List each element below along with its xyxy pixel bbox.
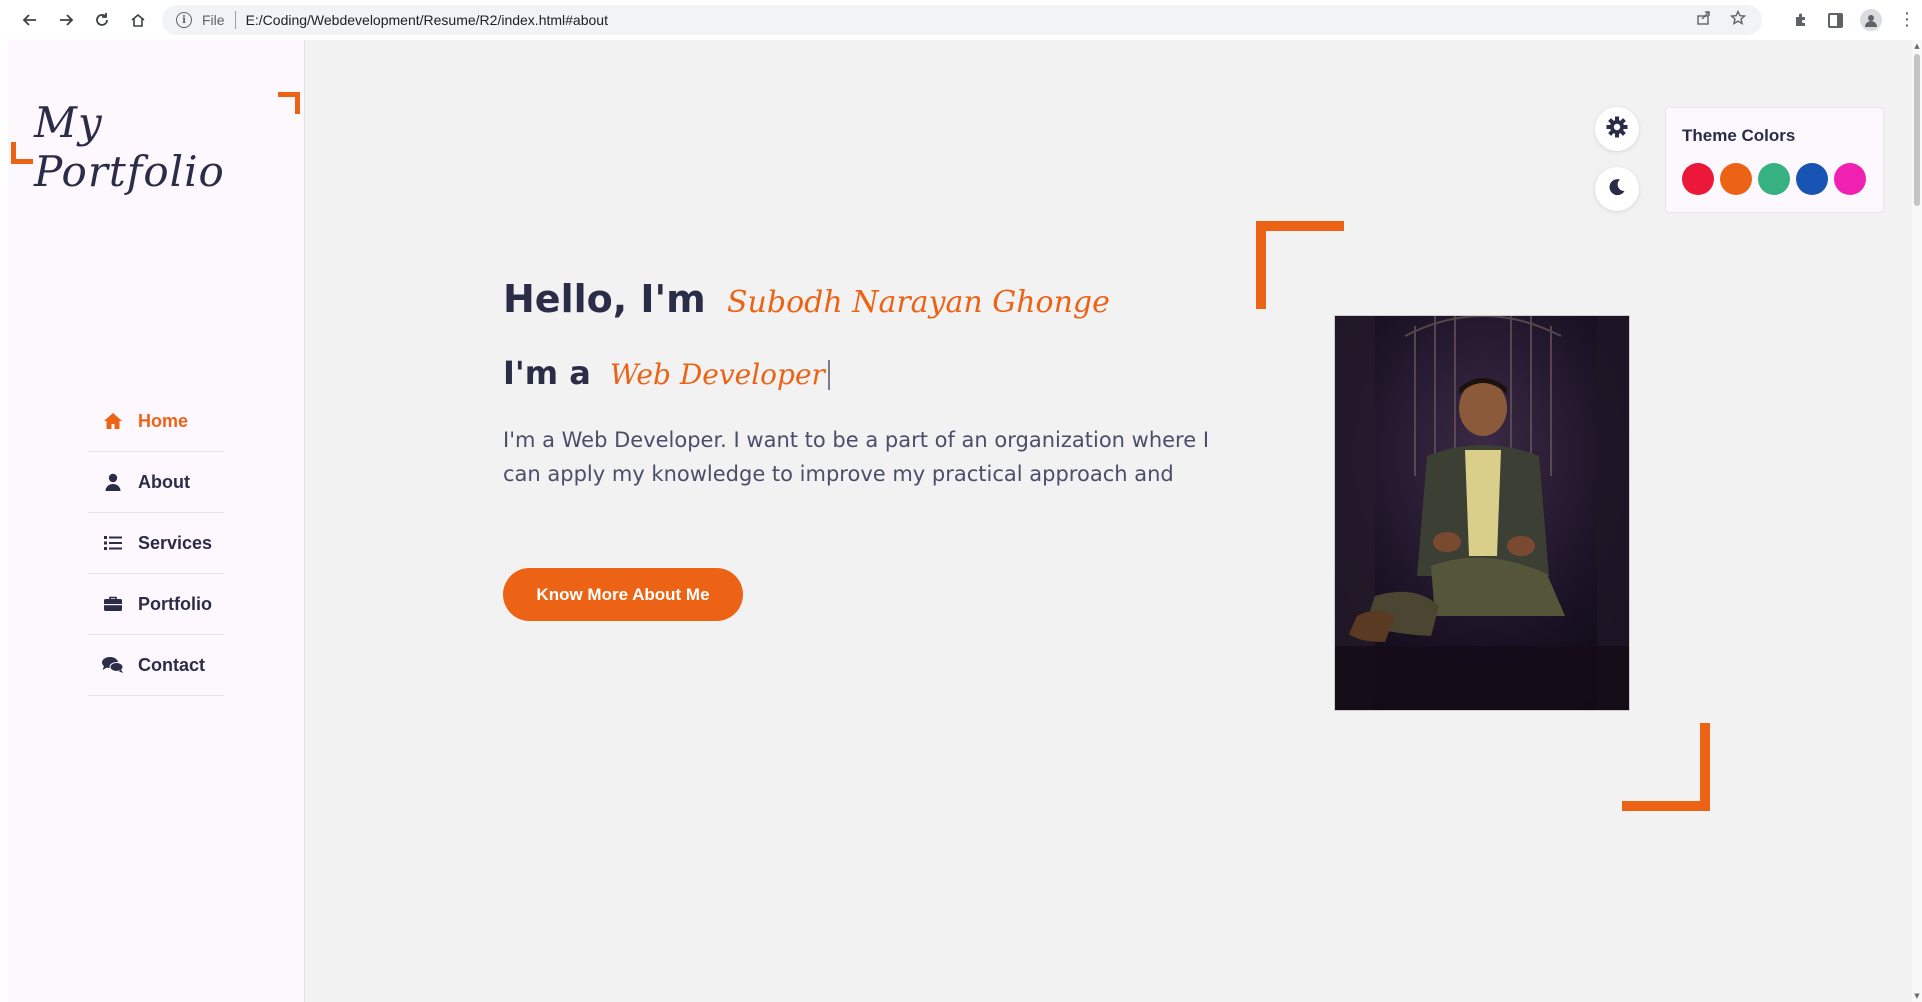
nav-item-home[interactable]: Home — [88, 391, 224, 452]
hero-name: Subodh Narayan Ghonge — [727, 285, 1110, 320]
comments-icon — [102, 656, 124, 674]
url-text[interactable]: E:/Coding/Webdevelopment/Resume/R2/index… — [246, 12, 608, 28]
address-bar[interactable]: i File E:/Coding/Webdevelopment/Resume/R… — [162, 5, 1762, 35]
greeting-text: Hello, I'm — [503, 277, 706, 321]
list-icon — [102, 535, 124, 551]
nav-item-services[interactable]: Services — [88, 513, 224, 574]
profile-avatar-icon[interactable] — [1860, 9, 1882, 31]
style-switcher-toggle[interactable] — [1595, 107, 1639, 151]
sidebar: My Portfolio Home About Services Portfol… — [8, 40, 305, 1002]
omnibox-divider — [234, 11, 236, 29]
logo-corner-decoration — [11, 142, 33, 164]
profile-photo — [1334, 315, 1630, 711]
nav-label: About — [138, 471, 190, 492]
scrollbar-thumb[interactable] — [1914, 54, 1920, 206]
color-swatch-pink[interactable] — [1834, 163, 1866, 195]
hero-greeting: Hello, I'm Subodh Narayan Ghonge — [503, 277, 1110, 321]
moon-icon — [1607, 177, 1627, 201]
browser-toolbar: i File E:/Coding/Webdevelopment/Resume/R… — [0, 0, 1922, 40]
know-more-button[interactable]: Know More About Me — [503, 568, 743, 621]
page-scrollbar[interactable]: ▲ ▼ — [1912, 40, 1922, 1002]
scroll-down-arrow-icon[interactable]: ▼ — [1912, 990, 1922, 1002]
extensions-icon[interactable] — [1792, 11, 1810, 29]
nav-item-portfolio[interactable]: Portfolio — [88, 574, 224, 635]
photo-frame-corner-decoration — [1622, 723, 1710, 811]
site-info-icon[interactable]: i — [176, 12, 192, 28]
hero-intro: I'm a Web Developer. I want to be a part… — [503, 428, 1210, 486]
scroll-up-arrow-icon[interactable]: ▲ — [1912, 40, 1922, 52]
browser-menu-icon[interactable]: ⋮ — [1898, 11, 1916, 29]
home-page-icon[interactable] — [126, 8, 150, 32]
photo-frame-corner-decoration — [1256, 221, 1344, 309]
color-swatch-green[interactable] — [1758, 163, 1790, 195]
role-prefix: I'm a — [503, 354, 591, 392]
theme-colors-panel: Theme Colors — [1665, 107, 1884, 213]
briefcase-icon — [102, 596, 124, 612]
role-text: Web Developer — [609, 358, 825, 391]
color-swatch-blue[interactable] — [1796, 163, 1828, 195]
nav-label: Portfolio — [138, 593, 212, 614]
typing-cursor — [827, 360, 830, 390]
color-swatch-orange[interactable] — [1720, 163, 1752, 195]
dark-mode-toggle[interactable] — [1595, 167, 1639, 211]
main-nav: Home About Services Portfolio Contact — [88, 391, 224, 696]
site-logo[interactable]: My Portfolio — [34, 98, 304, 196]
forward-icon[interactable] — [54, 8, 78, 32]
back-icon[interactable] — [18, 8, 42, 32]
color-swatches — [1682, 163, 1866, 195]
bookmark-star-icon[interactable] — [1729, 9, 1747, 30]
user-icon — [102, 473, 124, 491]
share-icon[interactable] — [1696, 10, 1712, 30]
color-swatch-red[interactable] — [1682, 163, 1714, 195]
nav-label: Home — [138, 410, 189, 431]
gear-icon — [1606, 116, 1628, 142]
hero-role: I'm a Web Developer — [503, 354, 830, 392]
scheme-label: File — [202, 12, 225, 28]
nav-label: Services — [138, 532, 213, 553]
theme-colors-title: Theme Colors — [1682, 126, 1796, 145]
reload-icon[interactable] — [90, 8, 114, 32]
nav-item-about[interactable]: About — [88, 452, 224, 513]
side-panel-icon[interactable] — [1826, 11, 1844, 29]
nav-item-contact[interactable]: Contact — [88, 635, 224, 696]
nav-label: Contact — [138, 654, 205, 675]
home-icon — [102, 412, 124, 430]
page-viewport: My Portfolio Home About Services Portfol… — [8, 40, 1912, 1002]
